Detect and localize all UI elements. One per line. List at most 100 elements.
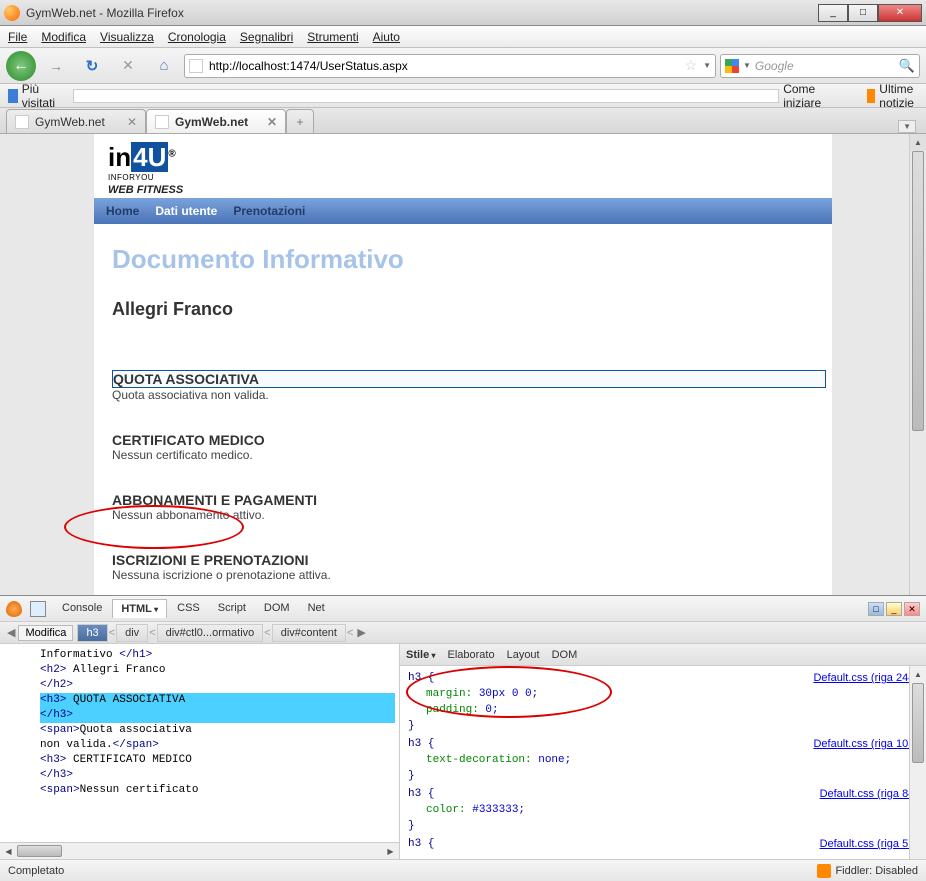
scroll-up-icon[interactable]: ▲: [910, 134, 926, 151]
style-tab-layout[interactable]: Layout: [507, 649, 540, 661]
firebug-tab-net[interactable]: Net: [300, 599, 333, 618]
search-engine-dropdown-icon[interactable]: ▼: [743, 61, 751, 70]
style-tab-dom[interactable]: DOM: [552, 649, 578, 661]
css-rules[interactable]: Default.css (riga 244)h3 {margin: 30px 0…: [400, 666, 926, 859]
page-content: in4U® INFORYOU WEB FITNESS Home Dati ute…: [94, 134, 832, 595]
menu-edit[interactable]: Modifica: [41, 30, 86, 44]
crumb-prev-icon[interactable]: ◀: [4, 626, 18, 639]
bookmark-most-visited[interactable]: Più visitati: [8, 82, 59, 110]
firebug-tab-html[interactable]: HTML: [112, 599, 167, 618]
section-iscr-desc: Nessuna iscrizione o prenotazione attiva…: [112, 568, 814, 582]
section-cert-desc: Nessun certificato medico.: [112, 448, 814, 462]
bookmark-star-icon[interactable]: ☆: [685, 57, 698, 74]
tab-list-dropdown-icon[interactable]: ▼: [898, 120, 916, 133]
scroll-left-icon[interactable]: ◀: [0, 847, 17, 856]
firebug-close-button[interactable]: ✕: [904, 602, 920, 616]
firebug-tab-css[interactable]: CSS: [169, 599, 208, 618]
firebug-popout-button[interactable]: □: [868, 602, 884, 616]
page-icon: [73, 89, 779, 103]
search-icon[interactable]: 🔍: [899, 58, 915, 74]
nav-home[interactable]: Home: [106, 204, 139, 218]
site-nav: Home Dati utente Prenotazioni: [94, 198, 832, 224]
statusbar: Completato Fiddler: Disabled: [0, 859, 926, 881]
url-text[interactable]: http://localhost:1474/UserStatus.aspx: [209, 59, 679, 73]
logo: in4U® INFORYOU WEB FITNESS: [94, 134, 832, 198]
logo-subtitle: INFORYOU: [108, 173, 818, 182]
menu-view[interactable]: Visualizza: [100, 30, 154, 44]
back-button[interactable]: ←: [6, 51, 36, 81]
tab-label: GymWeb.net: [35, 115, 121, 129]
minimize-button[interactable]: _: [818, 4, 848, 22]
firefox-icon: [4, 5, 20, 21]
crumb-div[interactable]: div: [116, 624, 148, 642]
logo-tagline: WEB FITNESS: [108, 184, 818, 196]
search-bar[interactable]: ▼ Google 🔍: [720, 54, 920, 78]
nav-dati-utente[interactable]: Dati utente: [155, 204, 217, 218]
bookmark-latest-news[interactable]: Ultime notizie: [867, 82, 920, 110]
status-text: Completato: [8, 865, 817, 877]
nav-prenotazioni[interactable]: Prenotazioni: [233, 204, 305, 218]
search-placeholder[interactable]: Google: [755, 59, 895, 73]
section-quota-title: QUOTA ASSOCIATIVA: [112, 370, 826, 388]
scroll-up-icon[interactable]: ▲: [910, 666, 926, 683]
scroll-right-icon[interactable]: ▶: [382, 847, 399, 856]
firebug-tab-console[interactable]: Console: [54, 599, 110, 618]
rss-icon: [867, 89, 875, 103]
section-quota-desc: Quota associativa non valida.: [112, 388, 814, 402]
tab-gymweb-1[interactable]: GymWeb.net ✕: [6, 109, 146, 133]
style-tabs: Stile Elaborato Layout DOM: [400, 644, 926, 666]
bookmark-label: Più visitati: [22, 82, 60, 110]
stop-button[interactable]: ✕: [112, 51, 144, 81]
css-scrollbar[interactable]: ▲: [909, 666, 926, 859]
tab-gymweb-2[interactable]: GymWeb.net ✕: [146, 109, 286, 133]
viewport-scrollbar[interactable]: ▲: [909, 134, 926, 595]
new-tab-button[interactable]: +: [286, 109, 314, 133]
firebug-minimize-button[interactable]: _: [886, 602, 902, 616]
firebug-breadcrumb: ◀ Modifica h3< div< div#ctl0...ormativo<…: [0, 622, 926, 644]
page-icon: [189, 59, 203, 73]
logo-text-2: 4U: [131, 142, 168, 172]
tab-close-icon[interactable]: ✕: [267, 115, 277, 129]
menu-tools[interactable]: Strumenti: [307, 30, 358, 44]
home-button[interactable]: ⌂: [148, 51, 180, 81]
edit-button[interactable]: Modifica: [18, 625, 73, 641]
section-iscr-title: ISCRIZIONI E PRENOTAZIONI: [112, 552, 814, 568]
crumb-div-content[interactable]: div#content: [272, 624, 346, 642]
reload-button[interactable]: ↻: [76, 51, 108, 81]
section-abbon-title: ABBONAMENTI E PAGAMENTI: [112, 492, 814, 508]
firebug-tab-script[interactable]: Script: [210, 599, 254, 618]
maximize-button[interactable]: □: [848, 4, 878, 22]
style-tab-elaborato[interactable]: Elaborato: [447, 649, 494, 661]
fiddler-status[interactable]: Fiddler: Disabled: [817, 864, 918, 878]
bookmarks-bar: Più visitati Come iniziare Ultime notizi…: [0, 84, 926, 108]
crumb-next-icon[interactable]: ▶: [354, 626, 368, 639]
menu-history[interactable]: Cronologia: [168, 30, 226, 44]
bookmark-label: Come iniziare: [783, 82, 853, 110]
crumb-h3[interactable]: h3: [77, 624, 107, 642]
html-source[interactable]: Informativo </h1><h2> Allegri Franco</h2…: [0, 644, 399, 842]
scroll-thumb[interactable]: [912, 151, 924, 431]
url-bar[interactable]: http://localhost:1474/UserStatus.aspx ☆ …: [184, 54, 716, 78]
html-hscrollbar[interactable]: ◀ ▶: [0, 842, 399, 859]
url-dropdown-icon[interactable]: ▼: [703, 61, 711, 70]
bookmark-getting-started[interactable]: Come iniziare: [73, 82, 853, 110]
tab-close-icon[interactable]: ✕: [127, 115, 137, 129]
tab-favicon: [15, 115, 29, 129]
close-button[interactable]: ✕: [878, 4, 922, 22]
logo-text-1: in: [108, 142, 131, 172]
scroll-thumb[interactable]: [912, 683, 924, 763]
fiddler-label: Fiddler: Disabled: [835, 865, 918, 877]
firebug-icon[interactable]: [6, 601, 22, 617]
scroll-thumb[interactable]: [17, 845, 62, 857]
firebug-body: Informativo </h1><h2> Allegri Franco</h2…: [0, 644, 926, 859]
menu-bookmarks[interactable]: Segnalibri: [240, 30, 293, 44]
google-icon: [725, 59, 739, 73]
menu-help[interactable]: Aiuto: [373, 30, 400, 44]
firebug-tab-dom[interactable]: DOM: [256, 599, 298, 618]
menu-file[interactable]: File: [8, 30, 27, 44]
forward-button[interactable]: →: [40, 51, 72, 81]
tab-label: GymWeb.net: [175, 115, 261, 129]
style-tab-stile[interactable]: Stile: [406, 649, 435, 661]
crumb-div-ctl0[interactable]: div#ctl0...ormativo: [157, 624, 264, 642]
inspect-icon[interactable]: [30, 601, 46, 617]
